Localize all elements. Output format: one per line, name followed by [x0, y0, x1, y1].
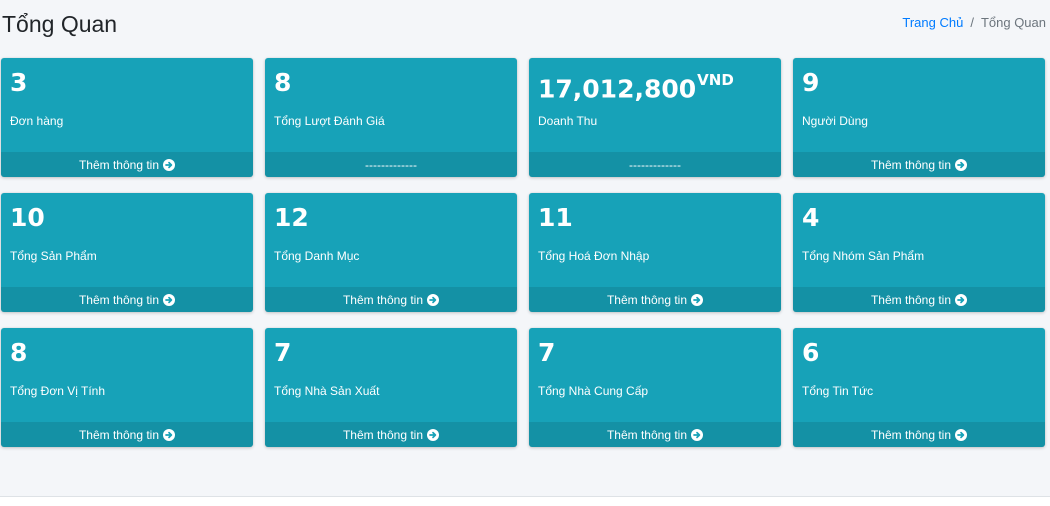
stat-label: Tổng Nhóm Sản Phẩm [802, 249, 925, 263]
stat-label: Tổng Đơn Vị Tính [10, 384, 106, 398]
stat-number: 3 [10, 68, 28, 97]
stat-number: 4 [802, 203, 820, 232]
stat-card-don-hang: 3 Đơn hàng Thêm thông tin [1, 58, 253, 177]
footer-text: Thêm thông tin [870, 157, 952, 172]
more-info-link[interactable]: Thêm thông tin [793, 422, 1045, 447]
stat-label: Tổng Nhà Sản Xuất [274, 384, 380, 398]
stat-value: 4 [802, 203, 819, 233]
footer-area [0, 497, 1050, 506]
stat-card-tong-san-pham: 10 Tổng Sản Phẩm Thêm thông tin [1, 193, 253, 312]
stat-card-tong-nha-cung-cap: 7 Tổng Nhà Cung Cấp Thêm thông tin [529, 328, 781, 447]
stat-value: 8 [274, 68, 291, 98]
stats-grid: 3 Đơn hàng Thêm thông tin 8 Tổng Lượt Đánh G… [1, 58, 1045, 447]
arrow-circle-right-icon [163, 293, 176, 306]
arrow-circle-right-icon [691, 428, 704, 441]
more-info-link[interactable]: Thêm thông tin [265, 422, 517, 447]
stat-label: Doanh Thu [538, 114, 598, 128]
more-info-link[interactable]: Thêm thông tin [529, 287, 781, 312]
stat-card-tong-hoa-don-nhap: 11 Tổng Hoá Đơn Nhập Thêm thông tin [529, 193, 781, 312]
stat-number: 8 [274, 68, 292, 97]
arrow-circle-right-icon [955, 293, 968, 306]
footer-text: Thêm thông tin [606, 427, 688, 442]
more-info-link[interactable]: Thêm thông tin [793, 152, 1045, 177]
stat-value: 6 [802, 338, 819, 368]
arrow-circle-right-icon [427, 293, 440, 306]
arrow-circle-right-icon [163, 428, 176, 441]
stat-label: Người Dùng [802, 114, 868, 128]
stat-card-nguoi-dung: 9 Người Dùng Thêm thông tin [793, 58, 1045, 177]
footer-text: Thêm thông tin [78, 427, 160, 442]
footer-text: Thêm thông tin [78, 292, 160, 307]
stat-label: Đơn hàng [10, 114, 64, 128]
stat-value: 7 [274, 338, 291, 368]
footer-text: ------------- [365, 157, 417, 172]
breadcrumb-current: Tổng Quan [980, 15, 1046, 30]
footer-text: Thêm thông tin [606, 292, 688, 307]
stat-card-tong-luot-danh-gia: 8 Tổng Lượt Đánh Giá ------------- [265, 58, 517, 177]
arrow-circle-right-icon [163, 158, 176, 171]
stat-number: 12 [274, 203, 309, 232]
stat-card-tong-nhom-san-pham: 4 Tổng Nhóm Sản Phẩm Thêm thông tin [793, 193, 1045, 312]
more-info-link[interactable]: Thêm thông tin [1, 152, 253, 177]
stat-number: 10 [10, 203, 45, 232]
stat-value: 11 [538, 203, 573, 233]
footer-text: Thêm thông tin [342, 427, 424, 442]
stat-number: 11 [538, 203, 573, 232]
stat-card-tong-nha-san-xuat: 7 Tổng Nhà Sản Xuất Thêm thông tin [265, 328, 517, 447]
page-title: Tổng Quan [2, 11, 118, 37]
stat-number: 8 [10, 338, 28, 367]
footer-text: Thêm thông tin [342, 292, 424, 307]
footer-text: ------------- [629, 157, 681, 172]
stat-number: 17,012,800 [538, 74, 697, 104]
more-info-link[interactable]: Thêm thông tin [265, 287, 517, 312]
stat-label: Tổng Hoá Đơn Nhập [538, 249, 650, 263]
more-info-link[interactable]: Thêm thông tin [529, 422, 781, 447]
stat-label: Tổng Lượt Đánh Giá [274, 114, 385, 128]
stat-label: Tổng Nhà Cung Cấp [538, 384, 649, 398]
more-info-link[interactable]: Thêm thông tin [1, 422, 253, 447]
stat-card-tong-danh-muc: 12 Tổng Danh Mục Thêm thông tin [265, 193, 517, 312]
stat-card-doanh-thu: 17,012,800VND Doanh Thu ------------- [529, 58, 781, 177]
footer-text: Thêm thông tin [870, 292, 952, 307]
stat-number: 7 [538, 338, 556, 367]
stat-number: 7 [274, 338, 292, 367]
more-info-link[interactable]: Thêm thông tin [793, 287, 1045, 312]
arrow-circle-right-icon [427, 428, 440, 441]
more-info-link[interactable]: Thêm thông tin [1, 287, 253, 312]
stat-label: Tổng Sản Phẩm [10, 249, 97, 263]
breadcrumb-home-link[interactable]: Trang Chủ [902, 15, 963, 30]
stat-unit: VND [697, 71, 734, 89]
stat-value: 10 [10, 203, 45, 233]
content-header: Tổng Quan Trang Chủ / Tổng Quan [0, 0, 1050, 50]
card-footer-placeholder: ------------- [529, 152, 781, 177]
breadcrumb: Trang Chủ / Tổng Quan [902, 15, 1046, 30]
stat-value: 7 [538, 338, 555, 368]
stat-number: 6 [802, 338, 820, 367]
arrow-circle-right-icon [691, 293, 704, 306]
stat-value: 9 [802, 68, 819, 98]
stat-card-tong-tin-tuc: 6 Tổng Tin Tức Thêm thông tin [793, 328, 1045, 447]
stat-number: 9 [802, 68, 820, 97]
stat-label: Tổng Tin Tức [802, 384, 874, 398]
arrow-circle-right-icon [955, 428, 968, 441]
stat-value: 12 [274, 203, 309, 233]
footer-text: Thêm thông tin [78, 157, 160, 172]
stat-label: Tổng Danh Mục [274, 249, 360, 263]
stat-value: 3 [10, 68, 27, 98]
stat-value: 17,012,800VND [538, 68, 734, 104]
stat-card-tong-don-vi-tinh: 8 Tổng Đơn Vị Tính Thêm thông tin [1, 328, 253, 447]
card-footer-placeholder: ------------- [265, 152, 517, 177]
stat-value: 8 [10, 338, 27, 368]
breadcrumb-separator: / [970, 15, 974, 30]
arrow-circle-right-icon [955, 158, 968, 171]
footer-text: Thêm thông tin [870, 427, 952, 442]
